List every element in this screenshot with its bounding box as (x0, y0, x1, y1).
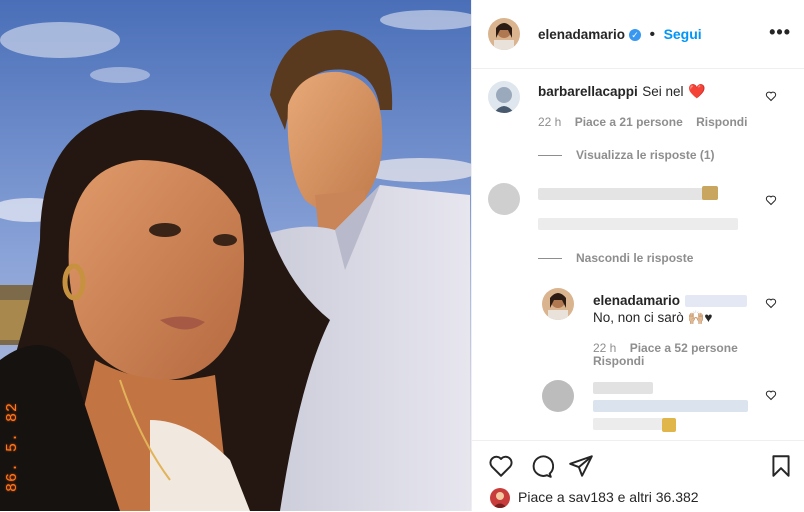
blurred-comment-line-2 (538, 218, 738, 230)
comment-text: Sei nel (642, 84, 684, 99)
blurred-comment-line-3 (593, 382, 653, 394)
reply-likes[interactable]: Piace a 52 persone (630, 341, 738, 355)
reply-button[interactable]: Rispondi (696, 115, 747, 129)
like-heart-icon[interactable] (488, 453, 514, 479)
blurred-comment-line-5 (593, 418, 663, 430)
likes-summary[interactable]: Piace a sav183 e altri 36.382 (518, 489, 699, 505)
heart-emoji: ❤️ (687, 83, 706, 99)
date-stamp: 86. 5. 82 (4, 401, 21, 492)
comment-time[interactable]: 22 h (538, 115, 561, 129)
bookmark-icon[interactable] (768, 453, 794, 479)
author-avatar[interactable] (488, 18, 520, 50)
reply-time[interactable]: 22 h (593, 341, 616, 355)
blurred-comment-line-4 (593, 400, 748, 412)
post-side-panel: elenadamario ✓ • Segui ••• barbarellacapp… (471, 0, 804, 511)
reply-author-username[interactable]: elenadamario (593, 293, 680, 308)
reply-meta: 22 h Piace a 52 persone (593, 341, 748, 355)
separator-dot: • (649, 26, 656, 43)
like-comment-heart-icon[interactable] (765, 297, 777, 309)
comment-meta: 22 h Piace a 21 persone Rispondi (538, 115, 757, 129)
comment-bubble-icon[interactable] (528, 453, 554, 479)
view-replies-button[interactable]: Visualizza le risposte (1) (538, 148, 715, 162)
blurred-avatar-2 (542, 380, 574, 412)
commenter-username[interactable]: barbarellacappi (538, 84, 638, 99)
hide-replies-button[interactable]: Nascondi le risposte (538, 251, 693, 265)
like-comment-heart-icon[interactable] (765, 389, 777, 401)
verified-badge-icon: ✓ (629, 28, 642, 41)
blurred-avatar (488, 183, 520, 215)
blurred-mention (684, 294, 747, 307)
reply-author-avatar[interactable] (542, 288, 574, 320)
like-comment-heart-icon[interactable] (765, 90, 777, 102)
comment-likes[interactable]: Piace a 21 persone (575, 115, 683, 129)
blurred-comment-accent (702, 186, 718, 200)
like-comment-heart-icon[interactable] (765, 194, 777, 206)
blurred-comment-accent-2 (662, 418, 676, 432)
post-header: elenadamario ✓ • Segui ••• (472, 0, 804, 69)
liker-avatar[interactable] (490, 488, 510, 508)
commenter-avatar[interactable] (488, 81, 520, 113)
reply-reply-button[interactable]: Rispondi (593, 354, 644, 368)
follow-button[interactable]: Segui (664, 26, 702, 42)
author-username[interactable]: elenadamario (538, 27, 625, 42)
blurred-comment-line-1 (538, 188, 718, 200)
share-send-icon[interactable] (568, 453, 594, 479)
reply-text: No, non ci sarò 🙌🏼♥ (593, 310, 713, 325)
post-photo[interactable]: 86. 5. 82 (0, 0, 471, 511)
more-dots-icon[interactable]: ••• (769, 23, 791, 41)
